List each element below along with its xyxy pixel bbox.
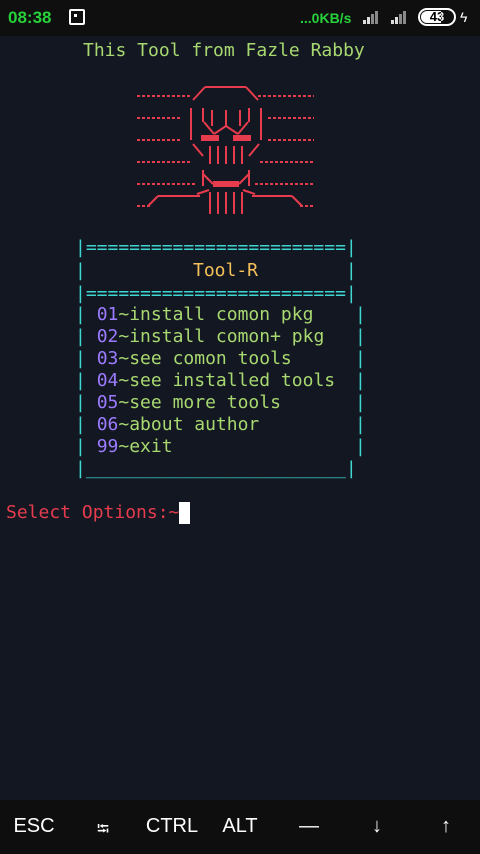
box-border: | xyxy=(355,348,366,369)
extra-keys-bar: ESC ⭾ CTRL ALT — ↓ ↑ xyxy=(0,800,480,854)
signal-icon xyxy=(391,10,411,24)
text-cursor xyxy=(179,502,191,524)
alt-key[interactable]: ALT xyxy=(210,815,270,838)
network-speed: ...0KB/s xyxy=(300,10,352,26)
menu-item[interactable]: | 06~about author xyxy=(75,414,259,436)
box-border: | xyxy=(355,414,366,435)
notification-icon xyxy=(69,9,85,25)
box-border-top: |========================| xyxy=(75,237,357,258)
battery-icon: 43 xyxy=(418,8,456,26)
box-border: | xyxy=(355,370,366,391)
arrow-up-key[interactable]: ↑ xyxy=(416,815,476,838)
esc-key[interactable]: ESC xyxy=(4,815,64,838)
ctrl-key[interactable]: CTRL xyxy=(142,815,202,838)
arrow-down-key[interactable]: ↓ xyxy=(347,815,407,838)
menu-item[interactable]: | 03~see comon tools xyxy=(75,348,292,370)
box-border: | xyxy=(355,304,366,325)
menu-item[interactable]: | 04~see installed tools xyxy=(75,370,335,392)
tab-key[interactable]: ⭾ xyxy=(73,818,133,845)
charging-icon: ϟ xyxy=(460,9,468,25)
box-title: Tool-R xyxy=(193,260,259,281)
menu-item[interactable]: | 05~see more tools xyxy=(75,392,281,414)
signal-icon xyxy=(363,10,383,24)
menu-item[interactable]: | 99~exit xyxy=(75,436,173,458)
menu-item[interactable]: | 02~install comon+ pkg xyxy=(75,326,324,348)
author-credit: This Tool from Fazle Rabby xyxy=(83,40,365,61)
box-border-bottom: |________________________| xyxy=(75,458,357,479)
dash-key[interactable]: — xyxy=(279,815,339,838)
box-border: | xyxy=(355,436,366,457)
clock: 08:38 xyxy=(8,8,52,27)
box-border: | xyxy=(355,392,366,413)
menu-item[interactable]: | 01~install comon pkg xyxy=(75,304,313,326)
battery-level: 43 xyxy=(429,9,445,24)
command-prompt[interactable]: Select Options:~ xyxy=(6,502,191,524)
box-border: |========================| xyxy=(75,283,357,304)
status-bar: 08:38 ...0KB/s 43 ϟ xyxy=(0,0,480,36)
box-border: | xyxy=(355,326,366,347)
